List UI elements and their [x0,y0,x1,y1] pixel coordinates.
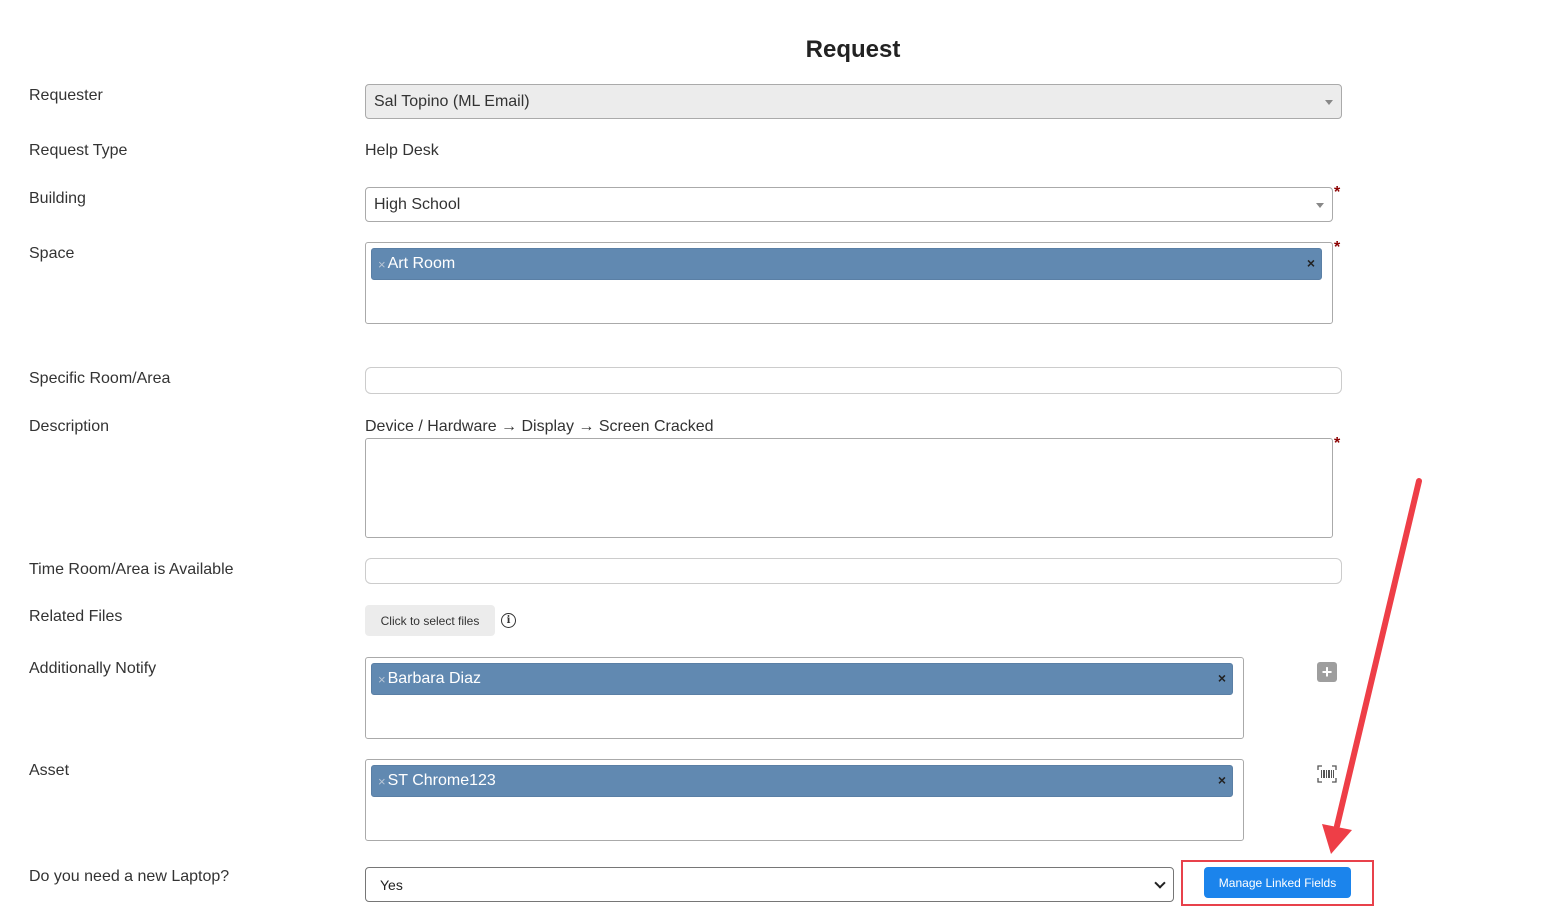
annotation-arrow [1322,478,1422,854]
